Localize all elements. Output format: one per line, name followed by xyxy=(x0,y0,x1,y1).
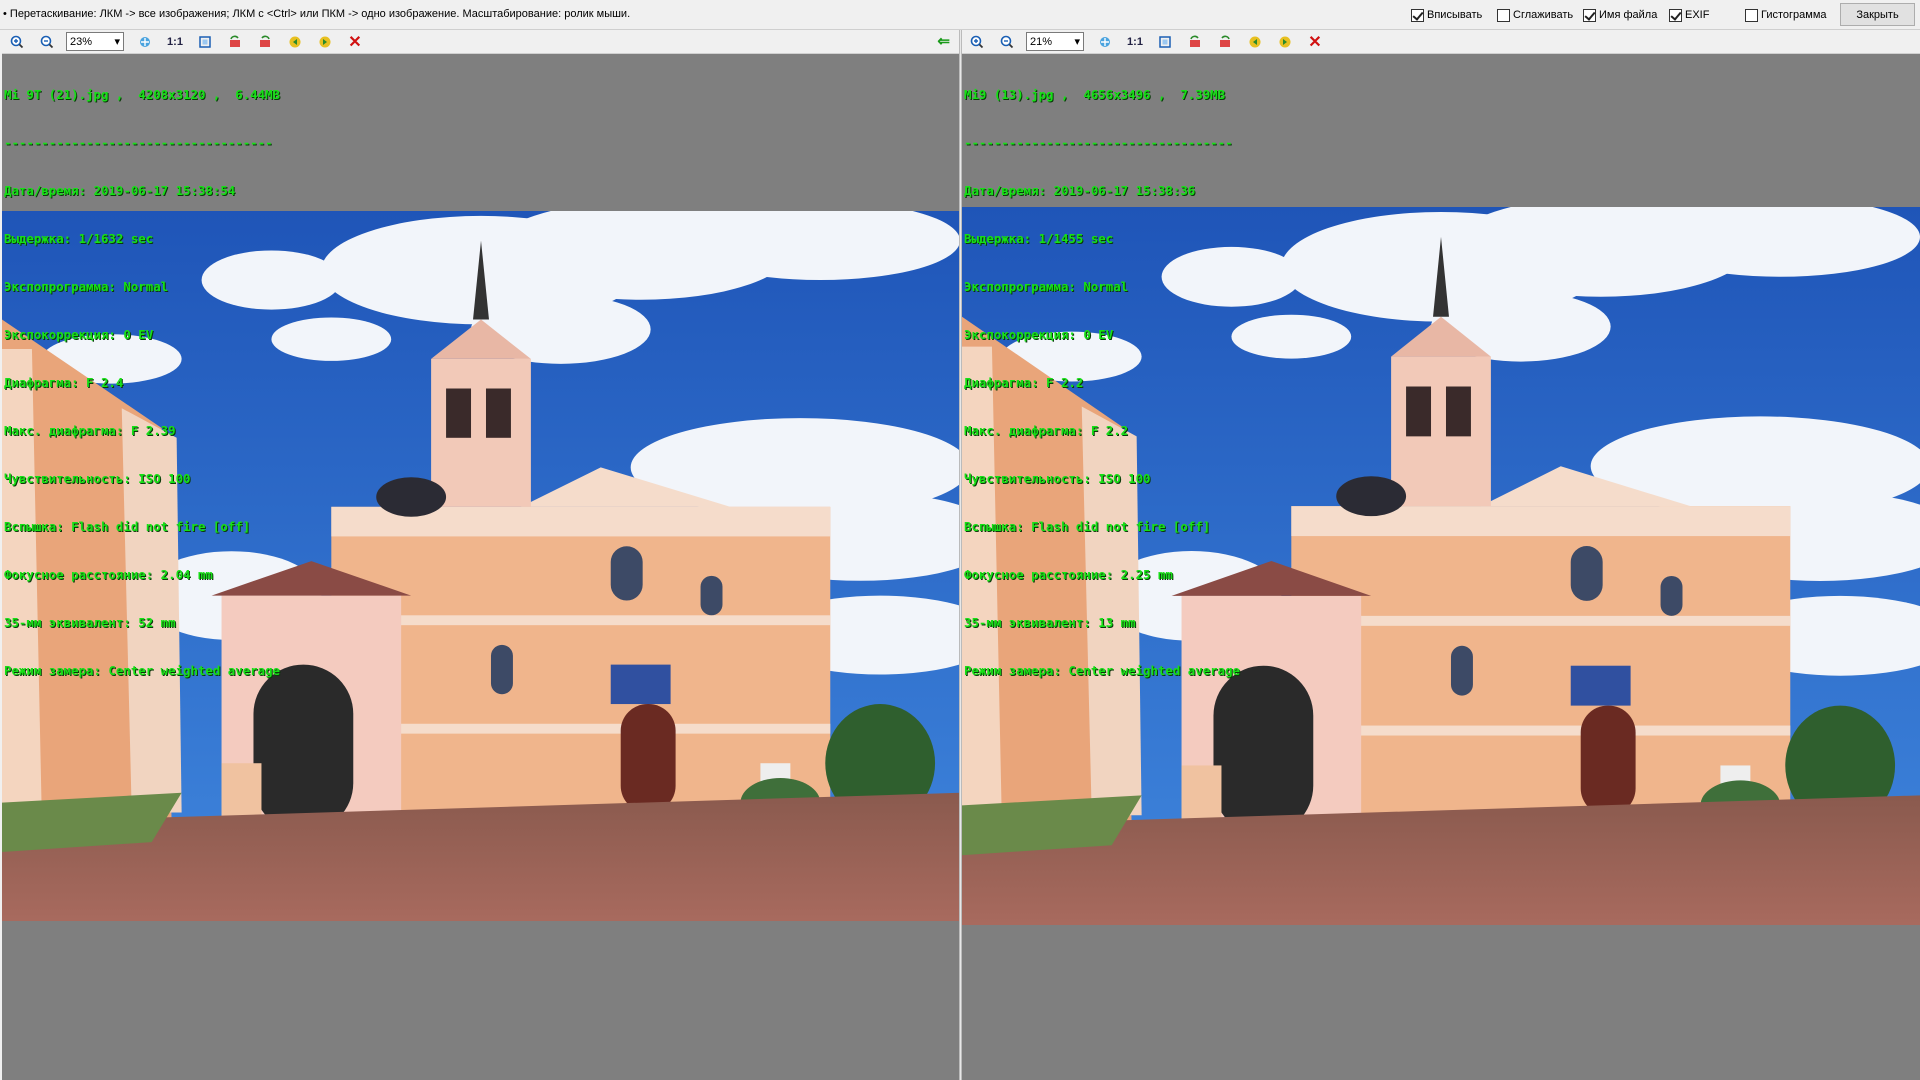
exif-focal-length: Фокусное расстояние: 2.25 mm xyxy=(964,567,1173,582)
frame-icon[interactable] xyxy=(1154,32,1176,52)
pane-toolbar: 23% ▾ 1:1 ✕ ⇐ xyxy=(2,30,960,54)
exif-metering: Режим замера: Center weighted average xyxy=(964,663,1241,678)
exif-checkbox[interactable]: EXIF xyxy=(1669,8,1709,22)
exif-overlay: Mi 9T (21).jpg , 4208x3120 , 6.44MB ----… xyxy=(4,55,280,711)
zoom-out-icon[interactable] xyxy=(996,32,1018,52)
exif-aperture: Диафрагма: F 2.4 xyxy=(4,375,124,390)
filename-checkbox[interactable]: Имя файла xyxy=(1583,8,1657,22)
checkbox-label: Сглаживать xyxy=(1513,9,1574,21)
exif-flash: Вспышка: Flash did not fire [off] xyxy=(964,519,1211,534)
checkbox-box[interactable] xyxy=(1411,8,1424,22)
close-icon[interactable]: ✕ xyxy=(344,32,366,52)
exif-35mm: 35-мм эквивалент: 52 mm xyxy=(4,615,176,630)
zoom-out-icon[interactable] xyxy=(36,32,58,52)
frame-icon[interactable] xyxy=(194,32,216,52)
exif-program: Экспопрограмма: Normal xyxy=(964,279,1129,294)
rotate-left-icon[interactable] xyxy=(1184,32,1206,52)
exif-datetime: Дата/время: 2019-06-17 15:38:36 xyxy=(964,183,1196,198)
exif-program: Экспопрограмма: Normal xyxy=(4,279,169,294)
fit-icon[interactable] xyxy=(134,32,156,52)
exif-max-aperture: Макс. диафрагма: F 2.2 xyxy=(964,423,1129,438)
right-image-pane[interactable]: 21% ▾ 1:1 ✕ Mi9 (13).jpg , 4656x3496 , 7.… xyxy=(962,30,1920,1080)
fit-checkbox[interactable]: Вписывать xyxy=(1411,8,1482,22)
histogram-checkbox[interactable]: Гистограмма xyxy=(1745,8,1827,22)
actual-size-icon[interactable]: 1:1 xyxy=(1124,32,1146,52)
left-image-pane[interactable]: 23% ▾ 1:1 ✕ ⇐ Mi 9T (21).jpg , 4208x3120 … xyxy=(2,30,960,1080)
zoom-select[interactable]: 23% ▾ xyxy=(66,32,124,51)
exif-max-aperture: Макс. диафрагма: F 2.39 xyxy=(4,423,176,438)
exif-datetime: Дата/время: 2019-06-17 15:38:54 xyxy=(4,183,236,198)
checkbox-box[interactable] xyxy=(1497,8,1510,22)
exif-exposure: Выдержка: 1/1455 sec xyxy=(964,231,1114,246)
chevron-down-icon: ▾ xyxy=(1074,36,1080,48)
exif-compensation: Экспокоррекция: 0 EV xyxy=(964,327,1114,342)
separator-line: ------------------------------------ xyxy=(4,135,273,150)
next-image-icon[interactable] xyxy=(314,32,336,52)
exif-aperture: Диафрагма: F 2.2 xyxy=(964,375,1084,390)
checkbox-box[interactable] xyxy=(1745,8,1758,22)
zoom-select[interactable]: 21% ▾ xyxy=(1026,32,1084,51)
exif-35mm: 35-мм эквивалент: 13 mm xyxy=(964,615,1136,630)
zoom-value: 23% xyxy=(70,35,93,48)
exif-focal-length: Фокусное расстояние: 2.04 mm xyxy=(4,567,213,582)
exif-exposure: Выдержка: 1/1632 sec xyxy=(4,231,154,246)
chevron-down-icon: ▾ xyxy=(114,36,120,48)
hint-text: • Перетаскивание: ЛКМ -> все изображения… xyxy=(3,8,631,20)
separator-line: ------------------------------------ xyxy=(964,135,1233,150)
exif-flash: Вспышка: Flash did not fire [off] xyxy=(4,519,251,534)
prev-image-icon[interactable] xyxy=(1244,32,1266,52)
next-image-icon[interactable] xyxy=(1274,32,1296,52)
exif-compensation: Экспокоррекция: 0 EV xyxy=(4,327,154,342)
exif-metering: Режим замера: Center weighted average xyxy=(4,663,281,678)
rotate-right-icon[interactable] xyxy=(254,32,276,52)
checkbox-label: EXIF xyxy=(1685,9,1710,21)
zoom-in-icon[interactable] xyxy=(966,32,988,52)
fit-icon[interactable] xyxy=(1094,32,1116,52)
prev-image-icon[interactable] xyxy=(284,32,306,52)
file-info-line: Mi 9T (21).jpg , 4208x3120 , 6.44MB xyxy=(4,87,281,102)
checkbox-box[interactable] xyxy=(1583,8,1596,22)
actual-size-icon[interactable]: 1:1 xyxy=(164,32,186,52)
exif-overlay: Mi9 (13).jpg , 4656x3496 , 7.39MB ------… xyxy=(964,55,1240,711)
close-button[interactable]: Закрыть xyxy=(1840,3,1915,26)
checkbox-label: Имя файла xyxy=(1599,9,1658,21)
exif-iso: Чувствительность: ISO 100 xyxy=(4,471,191,486)
top-hint-bar: • Перетаскивание: ЛКМ -> все изображения… xyxy=(0,0,1920,30)
file-info-line: Mi9 (13).jpg , 4656x3496 , 7.39MB xyxy=(964,87,1226,102)
rotate-right-icon[interactable] xyxy=(1214,32,1236,52)
rotate-left-icon[interactable] xyxy=(224,32,246,52)
pane-toolbar: 21% ▾ 1:1 ✕ xyxy=(962,30,1920,54)
checkbox-label: Вписывать xyxy=(1427,9,1483,21)
zoom-value: 21% xyxy=(1030,35,1053,48)
checkbox-box[interactable] xyxy=(1669,8,1682,22)
exif-iso: Чувствительность: ISO 100 xyxy=(964,471,1151,486)
zoom-in-icon[interactable] xyxy=(6,32,28,52)
close-icon[interactable]: ✕ xyxy=(1304,32,1326,52)
back-arrow-icon[interactable]: ⇐ xyxy=(937,32,950,50)
smooth-checkbox[interactable]: Сглаживать xyxy=(1497,8,1573,22)
checkbox-label: Гистограмма xyxy=(1761,9,1827,21)
